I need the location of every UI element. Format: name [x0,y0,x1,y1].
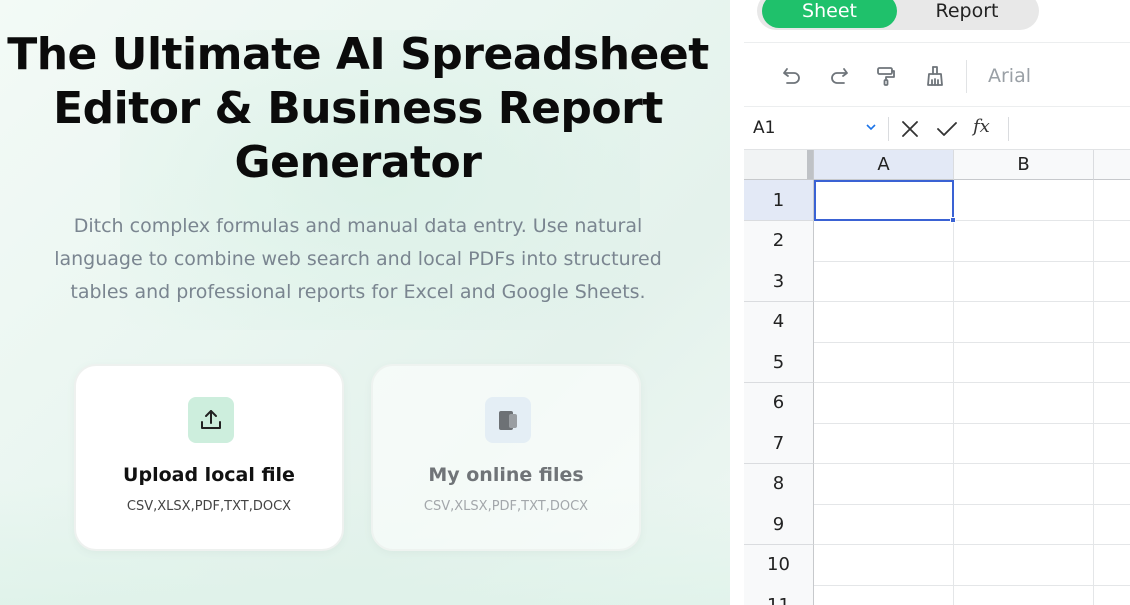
grid-cell[interactable] [1094,342,1130,383]
select-all-corner[interactable] [744,150,814,180]
grid-cell[interactable] [954,585,1094,605]
grid-cell[interactable] [814,463,954,505]
row-header[interactable]: 8 [744,463,814,505]
my-online-files-card[interactable]: My online files CSV,XLSX,PDF,TXT,DOCX [371,364,641,551]
grid-cell[interactable] [954,382,1094,424]
row-header[interactable]: 1 [744,180,814,221]
grid-cell[interactable] [954,261,1094,302]
tab-report[interactable]: Report [897,0,1037,28]
grid-cell[interactable] [814,423,954,464]
upload-local-file-card[interactable]: Upload local file CSV,XLSX,PDF,TXT,DOCX [74,364,344,551]
row-header[interactable]: 6 [744,382,814,424]
row-header[interactable]: 2 [744,220,814,262]
grid-cell[interactable] [954,301,1094,343]
grid-cell[interactable] [814,220,954,262]
subtitle-line: language to combine web search and local… [54,248,662,270]
column-header-c[interactable] [1094,150,1130,180]
grid-cell[interactable] [954,504,1094,545]
cancel-icon[interactable] [900,119,920,143]
formula-divider [1008,117,1009,141]
grid-cell[interactable] [1094,504,1130,545]
subtitle-line: Ditch complex formulas and manual data e… [73,215,643,237]
toolbar: Arial [744,42,1130,107]
row-header[interactable]: 4 [744,301,814,343]
grid-cell[interactable] [814,585,954,605]
subtitle-line: tables and professional reports for Exce… [70,281,646,303]
page-title: The Ultimate AI Spreadsheet Editor & Bus… [0,28,716,190]
row-header[interactable]: 7 [744,423,814,464]
confirm-icon[interactable] [936,119,958,143]
grid-cell[interactable] [954,544,1094,586]
row-header[interactable]: 5 [744,342,814,383]
clear-format-icon[interactable] [924,65,946,87]
toolbar-divider [966,60,967,93]
column-header-a[interactable]: A [814,150,954,180]
spreadsheet-grid: A B 1 2 3 4 5 6 7 8 9 10 11 [744,150,1130,605]
formula-bar: A1 fx [744,108,1130,150]
grid-cell[interactable] [954,180,1094,221]
grid-cell[interactable] [814,544,954,586]
grid-cell[interactable] [1094,423,1130,464]
redo-icon[interactable] [828,65,850,87]
tab-sheet[interactable]: Sheet [762,0,897,28]
grid-cell[interactable] [1094,221,1130,262]
grid-cell[interactable] [1094,302,1130,343]
grid-cell[interactable] [1094,383,1130,424]
title-line: The Ultimate AI Spreadsheet [7,29,709,80]
grid-cell[interactable] [1094,180,1130,221]
files-icon [485,397,531,443]
fill-handle[interactable] [950,217,956,223]
spreadsheet-panel: Sheet Report Arial A1 fx A B 1 2 3 4 5 6… [744,0,1130,605]
cell-reference-box[interactable]: A1 [753,118,863,142]
paint-format-icon[interactable] [875,65,897,87]
hero-section: The Ultimate AI Spreadsheet Editor & Bus… [0,0,730,605]
row-header[interactable]: 11 [744,585,814,605]
grid-cell[interactable] [954,463,1094,505]
formula-divider [888,117,889,141]
undo-icon[interactable] [781,65,803,87]
grid-cell[interactable] [814,261,954,302]
grid-cell[interactable] [814,382,954,424]
column-header-b[interactable]: B [954,150,1094,180]
title-line: Editor & Business Report [53,83,663,134]
grid-cell[interactable] [954,423,1094,464]
grid-cell[interactable] [1094,585,1130,605]
font-family-select[interactable]: Arial [988,65,1031,87]
grid-cell[interactable] [814,504,954,545]
grid-cell[interactable] [814,342,954,383]
grid-cell[interactable] [814,301,954,343]
title-line: Generator [234,137,482,188]
row-header[interactable]: 10 [744,544,814,586]
chevron-down-icon[interactable] [865,121,877,136]
active-cell-a1[interactable] [814,180,954,221]
card-title: Upload local file [123,464,295,486]
view-toggle: Sheet Report [757,0,1039,30]
card-formats: CSV,XLSX,PDF,TXT,DOCX [423,499,589,514]
grid-cell[interactable] [1094,261,1130,302]
grid-cell[interactable] [1094,545,1130,586]
function-icon[interactable]: fx [973,116,990,137]
grid-cell[interactable] [954,220,1094,262]
card-title: My online files [428,464,584,486]
grid-cell[interactable] [1094,464,1130,505]
row-header[interactable]: 9 [744,504,814,545]
grid-cell[interactable] [954,342,1094,383]
upload-icon [188,397,234,443]
page-subtitle: Ditch complex formulas and manual data e… [0,210,716,309]
card-formats: CSV,XLSX,PDF,TXT,DOCX [126,499,292,514]
row-header[interactable]: 3 [744,261,814,302]
